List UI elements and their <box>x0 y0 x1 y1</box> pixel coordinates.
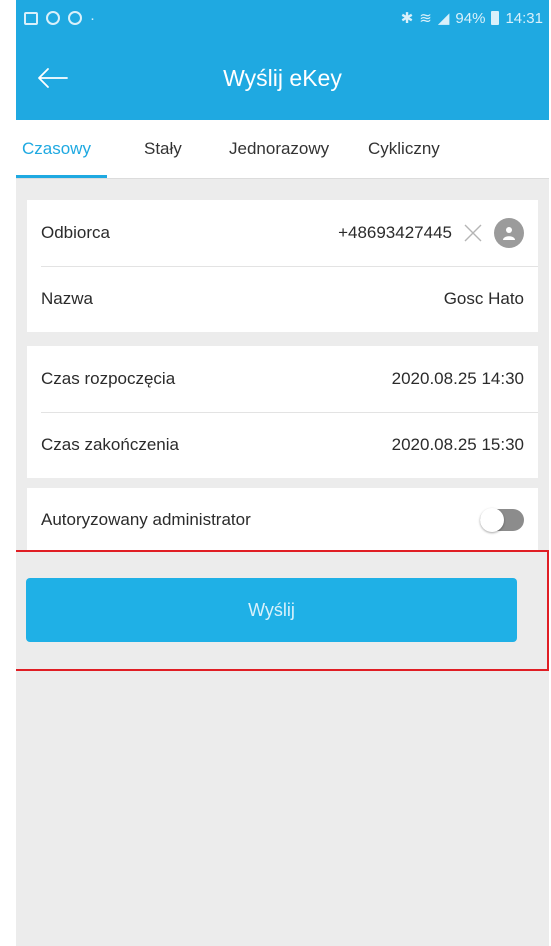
name-row[interactable]: Nazwa Gosc Hato <box>27 266 538 332</box>
bluetooth-icon: ✱ <box>400 10 414 27</box>
wifi-icon: ≋ <box>419 10 432 27</box>
dot-icon: · <box>90 9 95 27</box>
clock: 14:31 <box>505 9 543 27</box>
recipient-phone-value[interactable]: +48693427445 <box>338 223 452 243</box>
tab-czasowy[interactable]: Czasowy <box>16 120 107 178</box>
start-time-value[interactable]: 2020.08.25 14:30 <box>392 369 524 389</box>
app-bar: Wyślij eKey <box>16 36 549 120</box>
phone-screen: · ✱ ≋ ◢ 94% 14:31 Wyślij eKey Czasowy St… <box>16 0 549 946</box>
battery-icon <box>491 11 500 25</box>
tab-staly[interactable]: Stały <box>144 120 182 178</box>
messenger-notification-icon <box>68 11 82 25</box>
tab-cykliczny[interactable]: Cykliczny <box>368 120 440 178</box>
recipient-row[interactable]: Odbiorca +48693427445 <box>27 200 538 266</box>
tab-bar: Czasowy Stały Jednorazowy Cykliczny <box>16 120 549 179</box>
admin-row: Autoryzowany administrator <box>27 488 538 552</box>
toggle-knob <box>480 508 504 532</box>
admin-toggle[interactable] <box>480 508 524 532</box>
contact-picker-icon[interactable] <box>494 218 524 248</box>
end-time-label: Czas zakończenia <box>41 435 179 454</box>
status-bar: · ✱ ≋ ◢ 94% 14:31 <box>16 0 549 36</box>
start-time-row[interactable]: Czas rozpoczęcia 2020.08.25 14:30 <box>27 346 538 412</box>
send-button-highlight: Wyślij <box>16 550 549 671</box>
image-notification-icon <box>24 11 38 25</box>
page-title: Wyślij eKey <box>223 64 342 91</box>
back-button[interactable] <box>32 62 72 94</box>
signal-icon: ◢ <box>437 10 450 27</box>
recipient-label: Odbiorca <box>41 223 110 242</box>
admin-label: Autoryzowany administrator <box>41 510 251 529</box>
start-time-label: Czas rozpoczęcia <box>41 369 176 388</box>
name-label: Nazwa <box>41 289 93 308</box>
arrow-left-icon <box>38 68 68 88</box>
battery-percent: 94% <box>455 9 486 27</box>
send-button[interactable]: Wyślij <box>26 578 517 642</box>
end-time-value[interactable]: 2020.08.25 15:30 <box>392 435 524 455</box>
name-value[interactable]: Gosc Hato <box>444 289 524 309</box>
recipient-card: Odbiorca +48693427445 Nazwa Gosc Hato <box>27 200 538 332</box>
system-icons: ✱ ≋ ◢ 94% 14:31 <box>400 9 543 28</box>
end-time-row[interactable]: Czas zakończenia 2020.08.25 15:30 <box>27 412 538 478</box>
tab-jednorazowy[interactable]: Jednorazowy <box>229 120 329 178</box>
notification-icons: · <box>24 10 95 27</box>
recipient-value-group: +48693427445 <box>338 218 524 248</box>
clear-icon[interactable] <box>462 222 484 244</box>
time-card: Czas rozpoczęcia 2020.08.25 14:30 Czas z… <box>27 346 538 478</box>
app-notification-icon <box>46 11 60 25</box>
admin-card: Autoryzowany administrator <box>27 488 538 552</box>
